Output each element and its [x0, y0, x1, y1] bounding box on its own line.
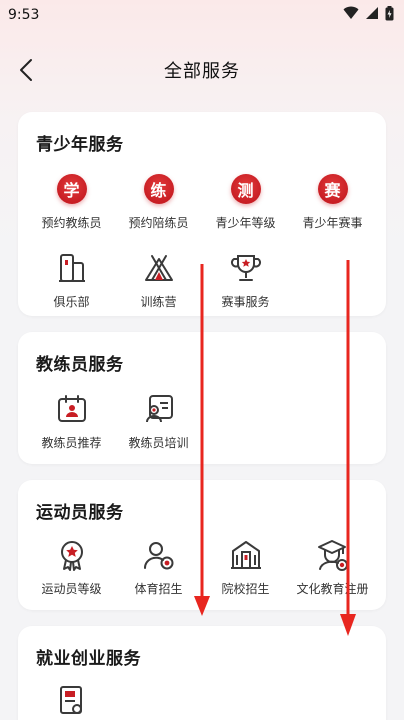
tent-icon [142, 251, 176, 285]
school-icon [229, 538, 263, 572]
service-label: 青少年赛事 [302, 216, 363, 230]
calendar-icon [55, 392, 89, 426]
study-badge-icon: 学 [56, 174, 87, 204]
status-bar: 9:53 [0, 0, 404, 30]
service-club[interactable]: 俱乐部 [28, 251, 115, 310]
status-time: 9:53 [8, 7, 40, 23]
service-label: 青少年等级 [215, 216, 276, 230]
test-badge-icon: 测 [230, 174, 261, 204]
service-book-coach[interactable]: 学 预约教练员 [28, 172, 115, 231]
wifi-icon [343, 6, 359, 24]
battery-icon [385, 5, 394, 25]
status-icons [343, 5, 394, 25]
page-title: 全部服务 [164, 61, 240, 82]
service-label: 教练员推荐 [41, 436, 102, 450]
nav-bar: 全部服务 [0, 48, 404, 92]
service-label: 赛事服务 [221, 295, 270, 309]
service-sports-enrollment[interactable]: 体育招生 [115, 538, 202, 597]
service-label: 运动员等级 [41, 582, 102, 596]
service-training-camp[interactable]: 训练营 [115, 251, 202, 310]
service-athlete-level[interactable]: 运动员等级 [28, 538, 115, 597]
service-employment-first[interactable] [28, 684, 115, 720]
service-culture-education-register[interactable]: 文化教育注册 [289, 538, 376, 597]
section-employment-services: 就业创业服务 [18, 626, 386, 720]
service-label: 训练营 [140, 295, 177, 309]
service-label: 院校招生 [221, 582, 270, 596]
service-label: 体育招生 [134, 582, 183, 596]
user-add-icon [142, 538, 176, 572]
certificate-icon [55, 684, 89, 718]
service-coach-recommend[interactable]: 教练员推荐 [28, 392, 115, 451]
back-button[interactable] [12, 56, 40, 84]
service-youth-events[interactable]: 赛 青少年赛事 [289, 172, 376, 231]
section-title: 青少年服务 [36, 135, 124, 155]
medal-icon [55, 538, 89, 572]
service-label: 俱乐部 [53, 295, 90, 309]
chevron-left-icon [20, 59, 32, 81]
service-label: 预约陪练员 [128, 216, 189, 230]
signal-icon [365, 6, 379, 24]
service-label: 教练员培训 [128, 436, 189, 450]
service-label: 预约教练员 [41, 216, 102, 230]
practice-badge-icon: 练 [143, 174, 174, 204]
scroll-arrow-annotation [194, 264, 210, 616]
scroll-arrow-annotation [340, 260, 356, 636]
building-icon [55, 251, 89, 285]
match-badge-icon: 赛 [317, 174, 348, 204]
service-event-services[interactable]: 赛事服务 [202, 251, 289, 310]
service-youth-level[interactable]: 测 青少年等级 [202, 172, 289, 231]
section-title: 教练员服务 [36, 355, 124, 375]
section-title: 就业创业服务 [36, 649, 141, 669]
section-title: 运动员服务 [36, 503, 124, 523]
trainer-icon [142, 392, 176, 426]
service-coach-training[interactable]: 教练员培训 [115, 392, 202, 451]
trophy-icon [229, 251, 263, 285]
service-book-sparring[interactable]: 练 预约陪练员 [115, 172, 202, 231]
service-college-enrollment[interactable]: 院校招生 [202, 538, 289, 597]
